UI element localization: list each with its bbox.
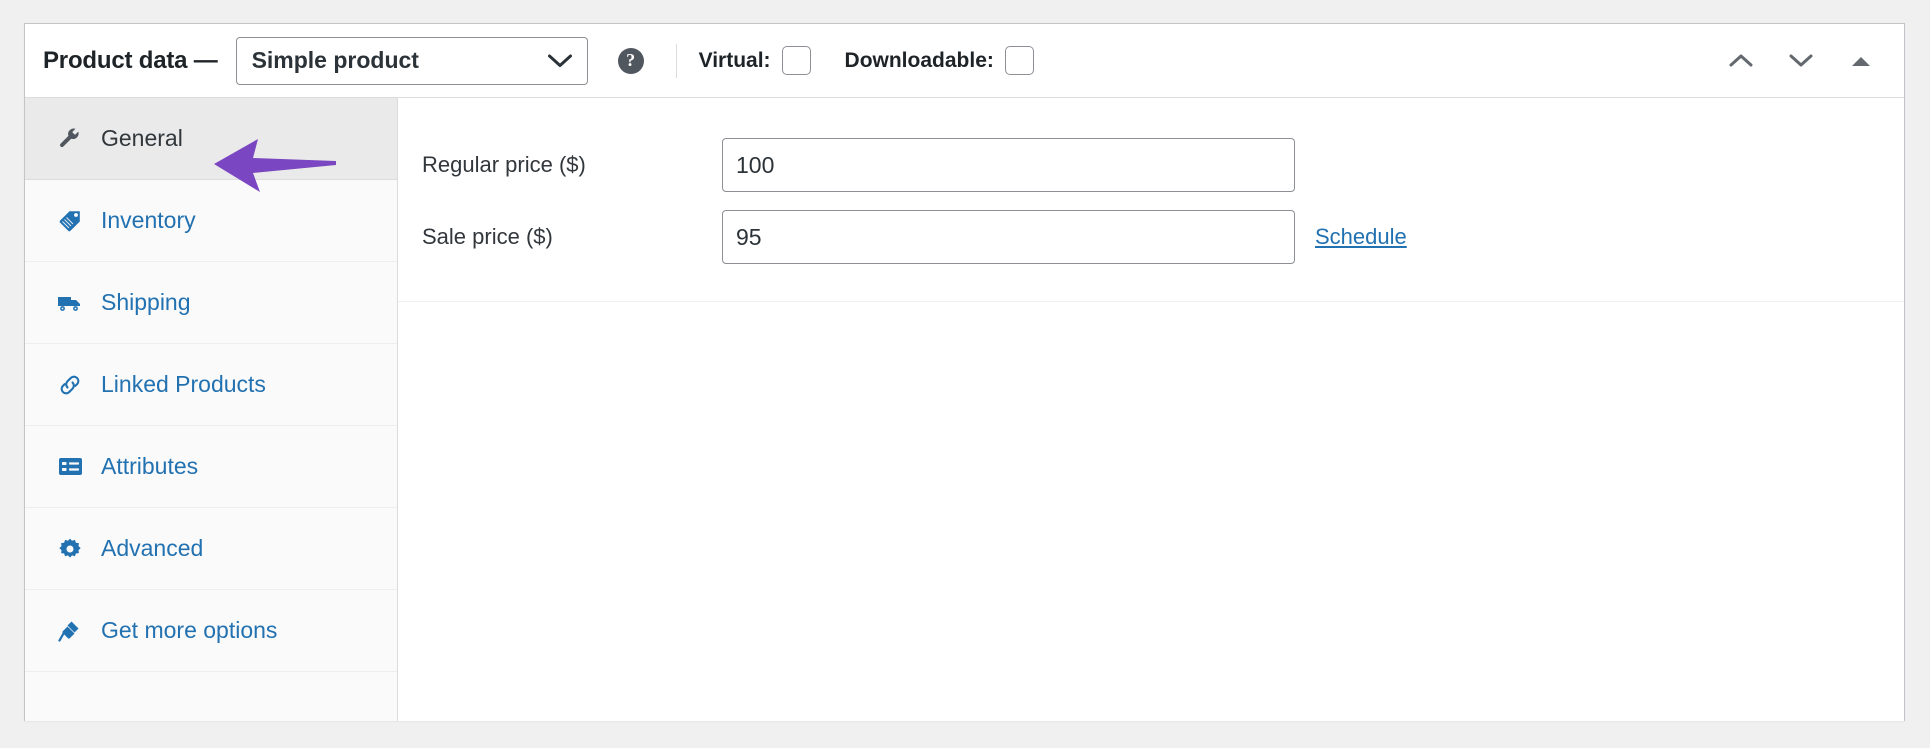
tab-spacer [25, 672, 397, 718]
truck-icon [57, 292, 83, 314]
regular-price-label: Regular price ($) [422, 152, 586, 177]
tab-shipping-label: Shipping [101, 289, 191, 315]
header-divider [675, 43, 677, 78]
plug-icon [57, 619, 83, 643]
tab-shipping[interactable]: Shipping [25, 262, 397, 344]
tab-linked-products[interactable]: Linked Products [25, 344, 397, 426]
gear-icon [57, 537, 83, 561]
pricing-field-group: Regular price ($) 100 Sale price ($) 95 … [398, 129, 1904, 302]
tab-linked-products-label: Linked Products [101, 371, 266, 397]
product-data-tabs: General Inventory Shipping Linked Produc… [25, 98, 398, 721]
help-question-icon[interactable]: ? [617, 47, 644, 74]
tab-general[interactable]: General [25, 98, 397, 180]
tab-inventory[interactable]: Inventory [25, 180, 397, 262]
link-icon [57, 373, 83, 397]
tab-attributes[interactable]: Attributes [25, 426, 397, 508]
screen: Product data — Simple product ? Virtual:… [0, 0, 1930, 748]
sale-price-row: Sale price ($) 95 Schedule [398, 201, 1904, 273]
sale-price-input[interactable]: 95 [722, 210, 1295, 264]
tab-get-more-options-label: Get more options [101, 617, 278, 643]
downloadable-label: Downloadable: [844, 48, 994, 72]
schedule-sale-link[interactable]: Schedule [1315, 224, 1407, 250]
virtual-checkbox[interactable] [781, 46, 811, 75]
tab-attributes-label: Attributes [101, 453, 199, 479]
downloadable-checkbox-group[interactable]: Downloadable: [845, 46, 1034, 75]
downloadable-checkbox[interactable] [1004, 46, 1034, 75]
page-title: Product data — [43, 46, 218, 74]
product-data-metabox: Product data — Simple product ? Virtual:… [24, 23, 1905, 721]
metabox-body: General Inventory Shipping Linked Produc… [25, 98, 1904, 721]
toggle-panel-button[interactable] [1846, 46, 1876, 76]
product-type-value: Simple product [251, 47, 419, 73]
move-up-button[interactable] [1726, 46, 1756, 76]
list-card-icon [57, 456, 83, 477]
move-down-button[interactable] [1786, 46, 1816, 76]
tab-get-more-options[interactable]: Get more options [25, 590, 397, 672]
wrench-icon [57, 127, 83, 151]
product-type-select[interactable]: Simple product [235, 36, 588, 85]
help-glyph: ? [626, 50, 636, 70]
sale-price-label: Sale price ($) [422, 224, 553, 249]
tag-icon [57, 209, 83, 233]
tab-general-label: General [101, 125, 183, 151]
virtual-label: Virtual: [698, 48, 771, 72]
regular-price-row: Regular price ($) 100 [398, 129, 1904, 201]
metabox-header-actions [1726, 46, 1882, 76]
metabox-header: Product data — Simple product ? Virtual:… [25, 24, 1904, 98]
tab-advanced-label: Advanced [101, 535, 204, 561]
general-panel: Regular price ($) 100 Sale price ($) 95 … [398, 98, 1904, 721]
chevron-down-icon [547, 53, 573, 69]
virtual-checkbox-group[interactable]: Virtual: [699, 46, 811, 75]
regular-price-input[interactable]: 100 [722, 138, 1295, 192]
tab-advanced[interactable]: Advanced [25, 508, 397, 590]
tab-inventory-label: Inventory [101, 207, 196, 233]
